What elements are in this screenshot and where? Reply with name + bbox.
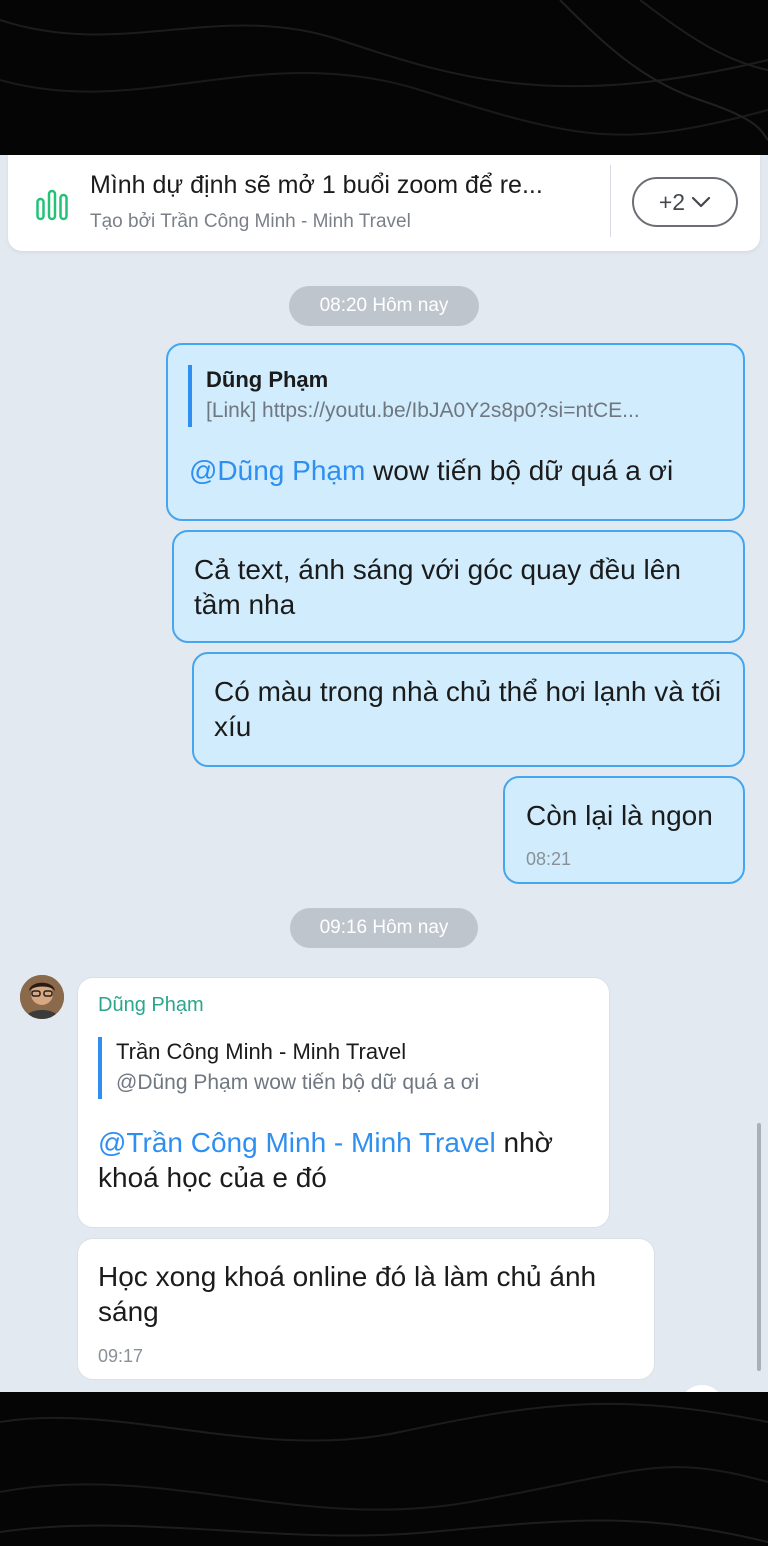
message-text: Cả text, ánh sáng với góc quay đều lên t… [194, 554, 681, 620]
scrollbar[interactable] [757, 1123, 761, 1371]
chat-area[interactable]: Mình dự định sẽ mở 1 buổi zoom để re... … [0, 155, 768, 1392]
divider [610, 165, 611, 237]
reply-quote[interactable]: Dũng Phạm [Link] https://youtu.be/IbJA0Y… [188, 365, 718, 427]
message-time: 08:21 [526, 849, 572, 869]
quote-text: @Dũng Phạm wow tiến bộ dữ quá a ơi [116, 1071, 480, 1094]
date-separator: 08:20 Hôm nay [289, 286, 479, 326]
message-text: @Trần Công Minh - Minh Travel nhờ khoá h… [98, 1125, 593, 1195]
message-time: 09:17 [98, 1346, 144, 1366]
wave-pattern [0, 0, 768, 141]
pinned-poll-creator: Tạo bởi Trần Công Minh - Minh Travel [90, 211, 411, 232]
mention-link[interactable]: @Dũng Phạm [189, 455, 365, 486]
quote-link-text[interactable]: [Link] https://youtu.be/IbJA0Y2s8p0?si=n… [206, 395, 718, 427]
wave-pattern [0, 1402, 768, 1543]
bottom-decorative-band [0, 1392, 768, 1546]
poll-icon [36, 189, 68, 221]
date-separator: 09:16 Hôm nay [290, 908, 478, 948]
message-body: wow tiến bộ dữ quá a ơi [365, 455, 674, 486]
sender-name[interactable]: Dũng Phạm [98, 994, 204, 1017]
quote-author: Dũng Phạm [206, 367, 329, 392]
more-pinned-count: +2 [658, 188, 686, 215]
incoming-message-bubble[interactable]: Dũng Phạm Trần Công Minh - Minh Travel @… [77, 977, 610, 1228]
incoming-message-bubble[interactable]: Học xong khoá online đó là làm chủ ánh s… [77, 1238, 655, 1380]
message-text: Có màu trong nhà chủ thể hơi lạnh và tối… [214, 676, 722, 742]
avatar-image [20, 975, 64, 1019]
message-text: Còn lại là ngon [526, 800, 713, 831]
scroll-down-button[interactable] [680, 1385, 724, 1392]
mention-link[interactable]: @Trần Công Minh - Minh Travel [98, 1127, 496, 1158]
outgoing-message-bubble[interactable]: Còn lại là ngon 08:21 [503, 776, 745, 884]
reply-quote[interactable]: Trần Công Minh - Minh Travel @Dũng Phạm … [98, 1037, 588, 1099]
pinned-poll-title[interactable]: Mình dự định sẽ mở 1 buổi zoom để re... [90, 171, 590, 200]
outgoing-message-bubble[interactable]: Có màu trong nhà chủ thể hơi lạnh và tối… [192, 652, 745, 767]
chevron-down-icon [692, 196, 711, 208]
quote-author: Trần Công Minh - Minh Travel [116, 1039, 407, 1064]
message-text: @Dũng Phạm wow tiến bộ dữ quá a ơi [189, 453, 673, 488]
outgoing-message-bubble[interactable]: Cả text, ánh sáng với góc quay đều lên t… [172, 530, 745, 643]
more-pinned-button[interactable]: +2 [632, 177, 738, 227]
top-decorative-band [0, 0, 768, 155]
message-text: Học xong khoá online đó là làm chủ ánh s… [98, 1261, 597, 1327]
pinned-poll-bar[interactable]: Mình dự định sẽ mở 1 buổi zoom để re... … [8, 155, 760, 251]
outgoing-message-bubble[interactable]: Dũng Phạm [Link] https://youtu.be/IbJA0Y… [166, 343, 745, 521]
sender-avatar[interactable] [20, 975, 64, 1019]
